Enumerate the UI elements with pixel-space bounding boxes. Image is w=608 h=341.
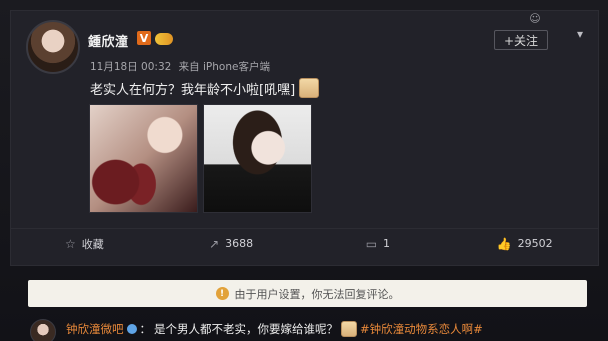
- comment-text: 是个男人都不老实，你要嫁给谁呢？: [154, 322, 338, 336]
- comment-separator: ：: [139, 322, 152, 336]
- comment-button[interactable]: ▭ 1: [305, 229, 452, 258]
- verified-badge-icon: V: [137, 31, 151, 45]
- comment-icon: ▭: [365, 236, 378, 251]
- share-icon: ↗: [209, 236, 220, 251]
- info-icon: !: [215, 287, 229, 300]
- comment-item: 钟欣潼微吧 ： 是个男人都不老实，你要嫁给谁呢？ #钟欣潼动物系恋人啊#: [66, 321, 483, 337]
- repost-button[interactable]: ↗ 3688: [158, 229, 305, 258]
- chevron-down-icon[interactable]: ▾: [572, 26, 588, 42]
- comment-hashtag[interactable]: #钟欣潼动物系恋人啊#: [360, 321, 483, 337]
- thumbs-up-icon: 👍: [496, 236, 512, 251]
- post-timestamp[interactable]: 11月18日 00:32: [90, 61, 171, 73]
- repost-count: 3688: [225, 237, 254, 250]
- like-count: 29502: [517, 237, 553, 250]
- emoji-icon: ☺: [529, 12, 541, 25]
- post-photo-1[interactable]: [89, 104, 198, 213]
- notice-text: 由于用户设置，你无法回复评论。: [234, 287, 400, 301]
- follow-label: +关注: [503, 33, 539, 48]
- post-photo-2[interactable]: [203, 104, 312, 213]
- user-avatar[interactable]: [26, 20, 80, 74]
- reply-restriction-notice: ! 由于用户设置，你无法回复评论。: [28, 280, 587, 307]
- like-button[interactable]: 👍 29502: [451, 229, 598, 258]
- comment-username[interactable]: 钟欣潼微吧: [66, 321, 124, 337]
- post-text-content: 老实人在何方？我年龄不小啦[吼嘿]: [90, 82, 296, 98]
- follow-button[interactable]: +关注: [494, 30, 548, 50]
- post-text: 老实人在何方？我年龄不小啦[吼嘿]: [90, 78, 320, 98]
- post-username[interactable]: 鍾欣潼: [88, 31, 129, 50]
- verified-icon: [126, 324, 137, 334]
- post-source: 来自 iPhone客户端: [178, 61, 270, 73]
- post-meta: 11月18日 00:32 来自 iPhone客户端: [90, 59, 270, 74]
- emoji-icon: [341, 321, 357, 337]
- vip-member-icon: [155, 33, 173, 45]
- favorite-label: 收藏: [81, 237, 104, 251]
- star-icon: ☆: [64, 236, 76, 251]
- favorite-button[interactable]: ☆ 收藏: [11, 229, 158, 258]
- emoji-icon: [299, 78, 320, 98]
- post-action-bar: ☆ 收藏 ↗ 3688 ▭ 1 👍 29502: [11, 228, 598, 258]
- comment-count: 1: [383, 237, 391, 250]
- comment-avatar[interactable]: [30, 319, 56, 341]
